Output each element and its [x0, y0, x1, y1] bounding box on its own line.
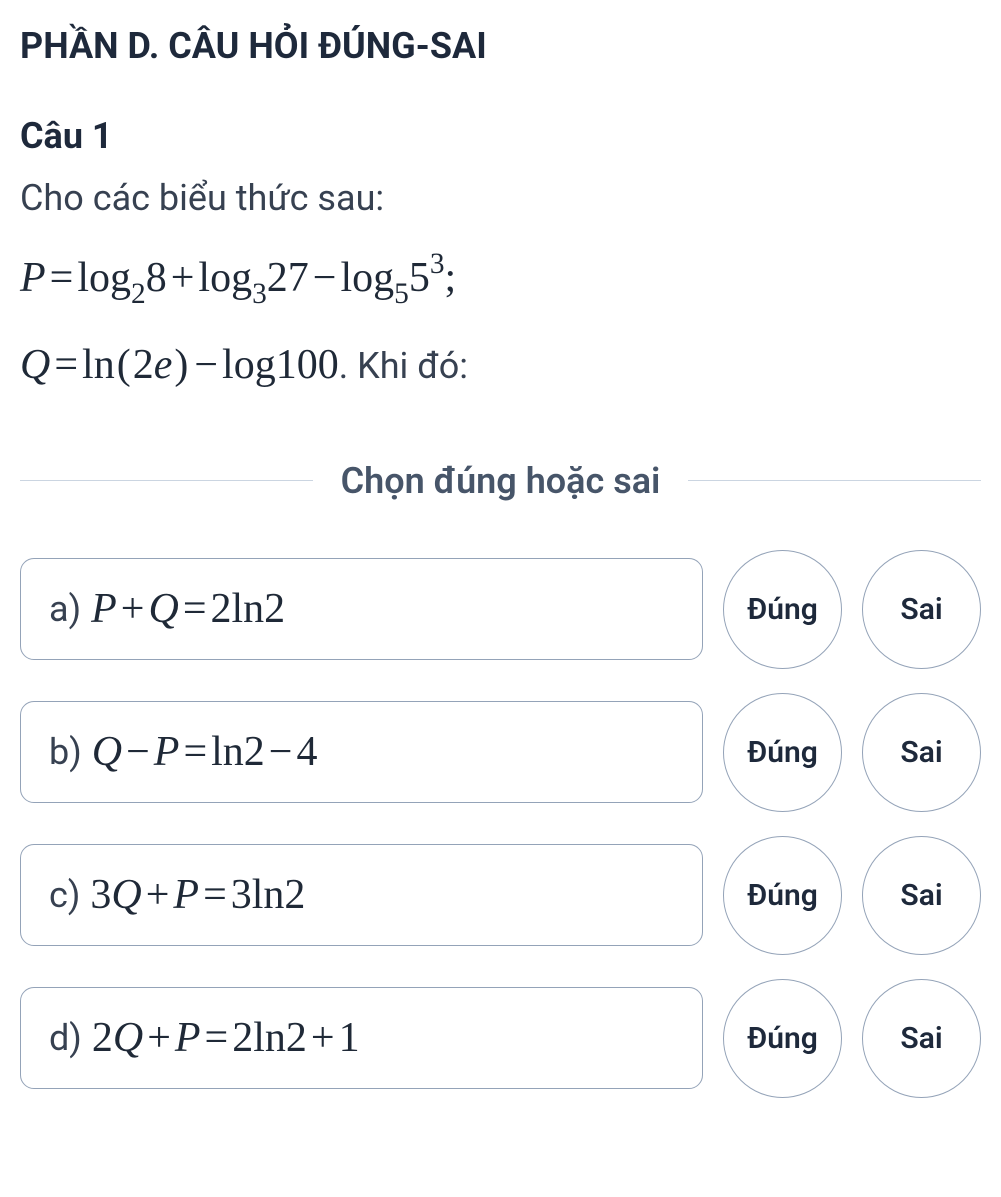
false-button[interactable]: Sai: [862, 979, 981, 1098]
question-prompt: Cho các biểu thức sau:: [20, 171, 981, 225]
true-button[interactable]: Đúng: [723, 693, 842, 812]
option-card: d) 2Q+P=2ln2+1: [20, 987, 703, 1089]
false-button[interactable]: Sai: [862, 550, 981, 669]
option-letter: d): [49, 1017, 82, 1059]
option-letter: c): [49, 874, 80, 916]
option-expression: Q−P=ln2−4: [92, 728, 318, 776]
option-letter: a): [49, 588, 81, 630]
divider-line-right: [688, 480, 981, 481]
option-expression: 2Q+P=2ln2+1: [92, 1014, 360, 1062]
section-title: PHẦN D. CÂU HỎI ĐÚNG-SAI: [20, 25, 981, 67]
divider-line-left: [20, 480, 313, 481]
false-button[interactable]: Sai: [862, 693, 981, 812]
option-card: a) P+Q=2ln2: [20, 558, 703, 660]
option-row-c: c) 3Q+P=3ln2 Đúng Sai: [20, 836, 981, 955]
true-button[interactable]: Đúng: [723, 979, 842, 1098]
option-card: c) 3Q+P=3ln2: [20, 844, 703, 946]
true-button[interactable]: Đúng: [723, 550, 842, 669]
divider-label: Chọn đúng hoặc sai: [341, 460, 661, 502]
option-row-a: a) P+Q=2ln2 Đúng Sai: [20, 550, 981, 669]
math-expression-q: Q=ln(2e)−log100. Khi đó:: [20, 328, 981, 404]
option-card: b) Q−P=ln2−4: [20, 701, 703, 803]
option-row-b: b) Q−P=ln2−4 Đúng Sai: [20, 693, 981, 812]
question-number: Câu 1: [20, 115, 981, 157]
question-suffix: . Khi đó:: [339, 345, 468, 387]
divider: Chọn đúng hoặc sai: [20, 460, 981, 502]
math-expression-p: P=log28+log327−log553;: [20, 241, 981, 318]
option-expression: 3Q+P=3ln2: [90, 871, 305, 919]
option-row-d: d) 2Q+P=2ln2+1 Đúng Sai: [20, 979, 981, 1098]
true-button[interactable]: Đúng: [723, 836, 842, 955]
options-list: a) P+Q=2ln2 Đúng Sai b) Q−P=ln2−4 Đúng S…: [20, 550, 981, 1098]
false-button[interactable]: Sai: [862, 836, 981, 955]
option-letter: b): [49, 731, 82, 773]
option-expression: P+Q=2ln2: [91, 585, 285, 633]
